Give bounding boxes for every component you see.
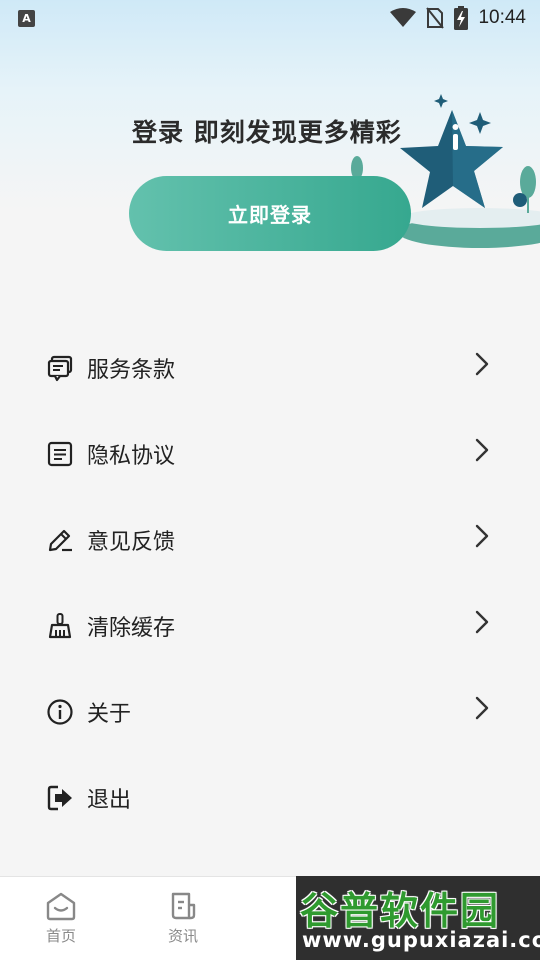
tab-news[interactable]: 资讯 [122,877,244,960]
menu-item-label: 关于 [87,702,132,727]
menu-item-clear-cache[interactable]: 清除缓存 [0,583,540,669]
tab-label: 首页 [45,927,76,945]
status-bar: A 10:44 [0,0,540,36]
broom-icon [45,611,75,641]
watermark-logo: 谷普软件园 [300,889,501,933]
chevron-right-icon [475,696,489,720]
chevron-right-icon [475,524,489,548]
document-icon [45,439,75,469]
app-notification-icon: A [18,9,35,27]
menu-item-label: 意见反馈 [87,530,176,555]
no-sim-icon [426,7,445,29]
chevron-right-icon [475,438,489,462]
wifi-icon [390,8,417,27]
battery-charging-icon [454,6,469,30]
home-icon [46,892,76,921]
menu-item-label: 清除缓存 [87,616,176,641]
chevron-right-icon [475,610,489,634]
chevron-right-icon [475,352,489,376]
menu-item-feedback[interactable]: 意见反馈 [0,497,540,583]
watermark-overlay: 谷普软件园 www.gupuxiazai.com [296,876,540,960]
tab-home[interactable]: 首页 [0,877,122,960]
chat-terms-icon [45,353,75,383]
menu-item-about[interactable]: 关于 [0,669,540,755]
menu-item-privacy[interactable]: 隐私协议 [0,411,540,497]
pencil-icon [45,525,75,555]
menu-item-label: 退出 [87,788,132,813]
menu-item-label: 隐私协议 [87,444,176,469]
news-icon [171,892,196,920]
watermark-url: www.gupuxiazai.com [302,928,540,952]
tab-label: 资讯 [167,927,198,945]
settings-menu: 服务条款 隐私协议 意见反馈 清除缓存 关于 退出 [0,325,540,841]
info-icon [45,697,75,727]
menu-item-label: 服务条款 [87,358,176,383]
clock: 10:44 [478,7,526,28]
logout-icon [45,783,75,813]
menu-item-logout[interactable]: 退出 [0,755,540,841]
menu-item-terms[interactable]: 服务条款 [0,325,540,411]
login-button[interactable]: 立即登录 [129,176,411,251]
